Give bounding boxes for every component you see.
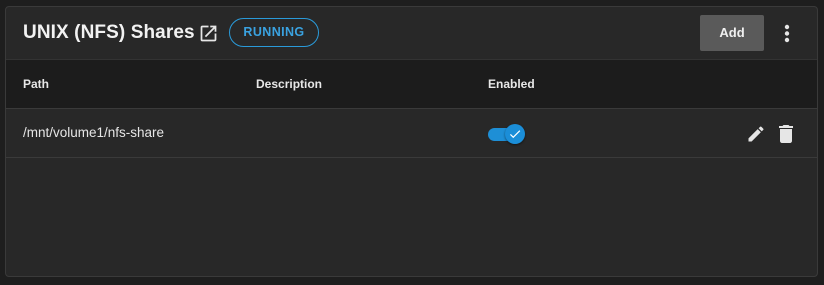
more-vert-icon[interactable] [778,21,796,45]
column-header-path[interactable]: Path [23,77,49,91]
open-in-new-icon[interactable] [198,23,219,44]
table-row: /mnt/volume1/nfs-share [6,109,817,158]
card-title: UNIX (NFS) Shares [23,22,195,43]
status-badge: RUNNING [229,18,319,47]
delete-icon[interactable] [777,124,795,144]
nfs-shares-card: UNIX (NFS) Shares RUNNING Add Path Descr… [5,6,818,277]
check-icon [509,130,521,139]
share-path: /mnt/volume1/nfs-share [23,125,165,140]
add-button[interactable]: Add [700,15,764,51]
card-header: UNIX (NFS) Shares RUNNING Add [6,7,817,59]
edit-icon[interactable] [746,124,766,144]
enabled-toggle[interactable] [488,124,526,144]
column-header-enabled[interactable]: Enabled [488,77,535,91]
table-header: Path Description Enabled [6,59,817,109]
column-header-description[interactable]: Description [256,77,322,91]
toggle-thumb [505,124,525,144]
